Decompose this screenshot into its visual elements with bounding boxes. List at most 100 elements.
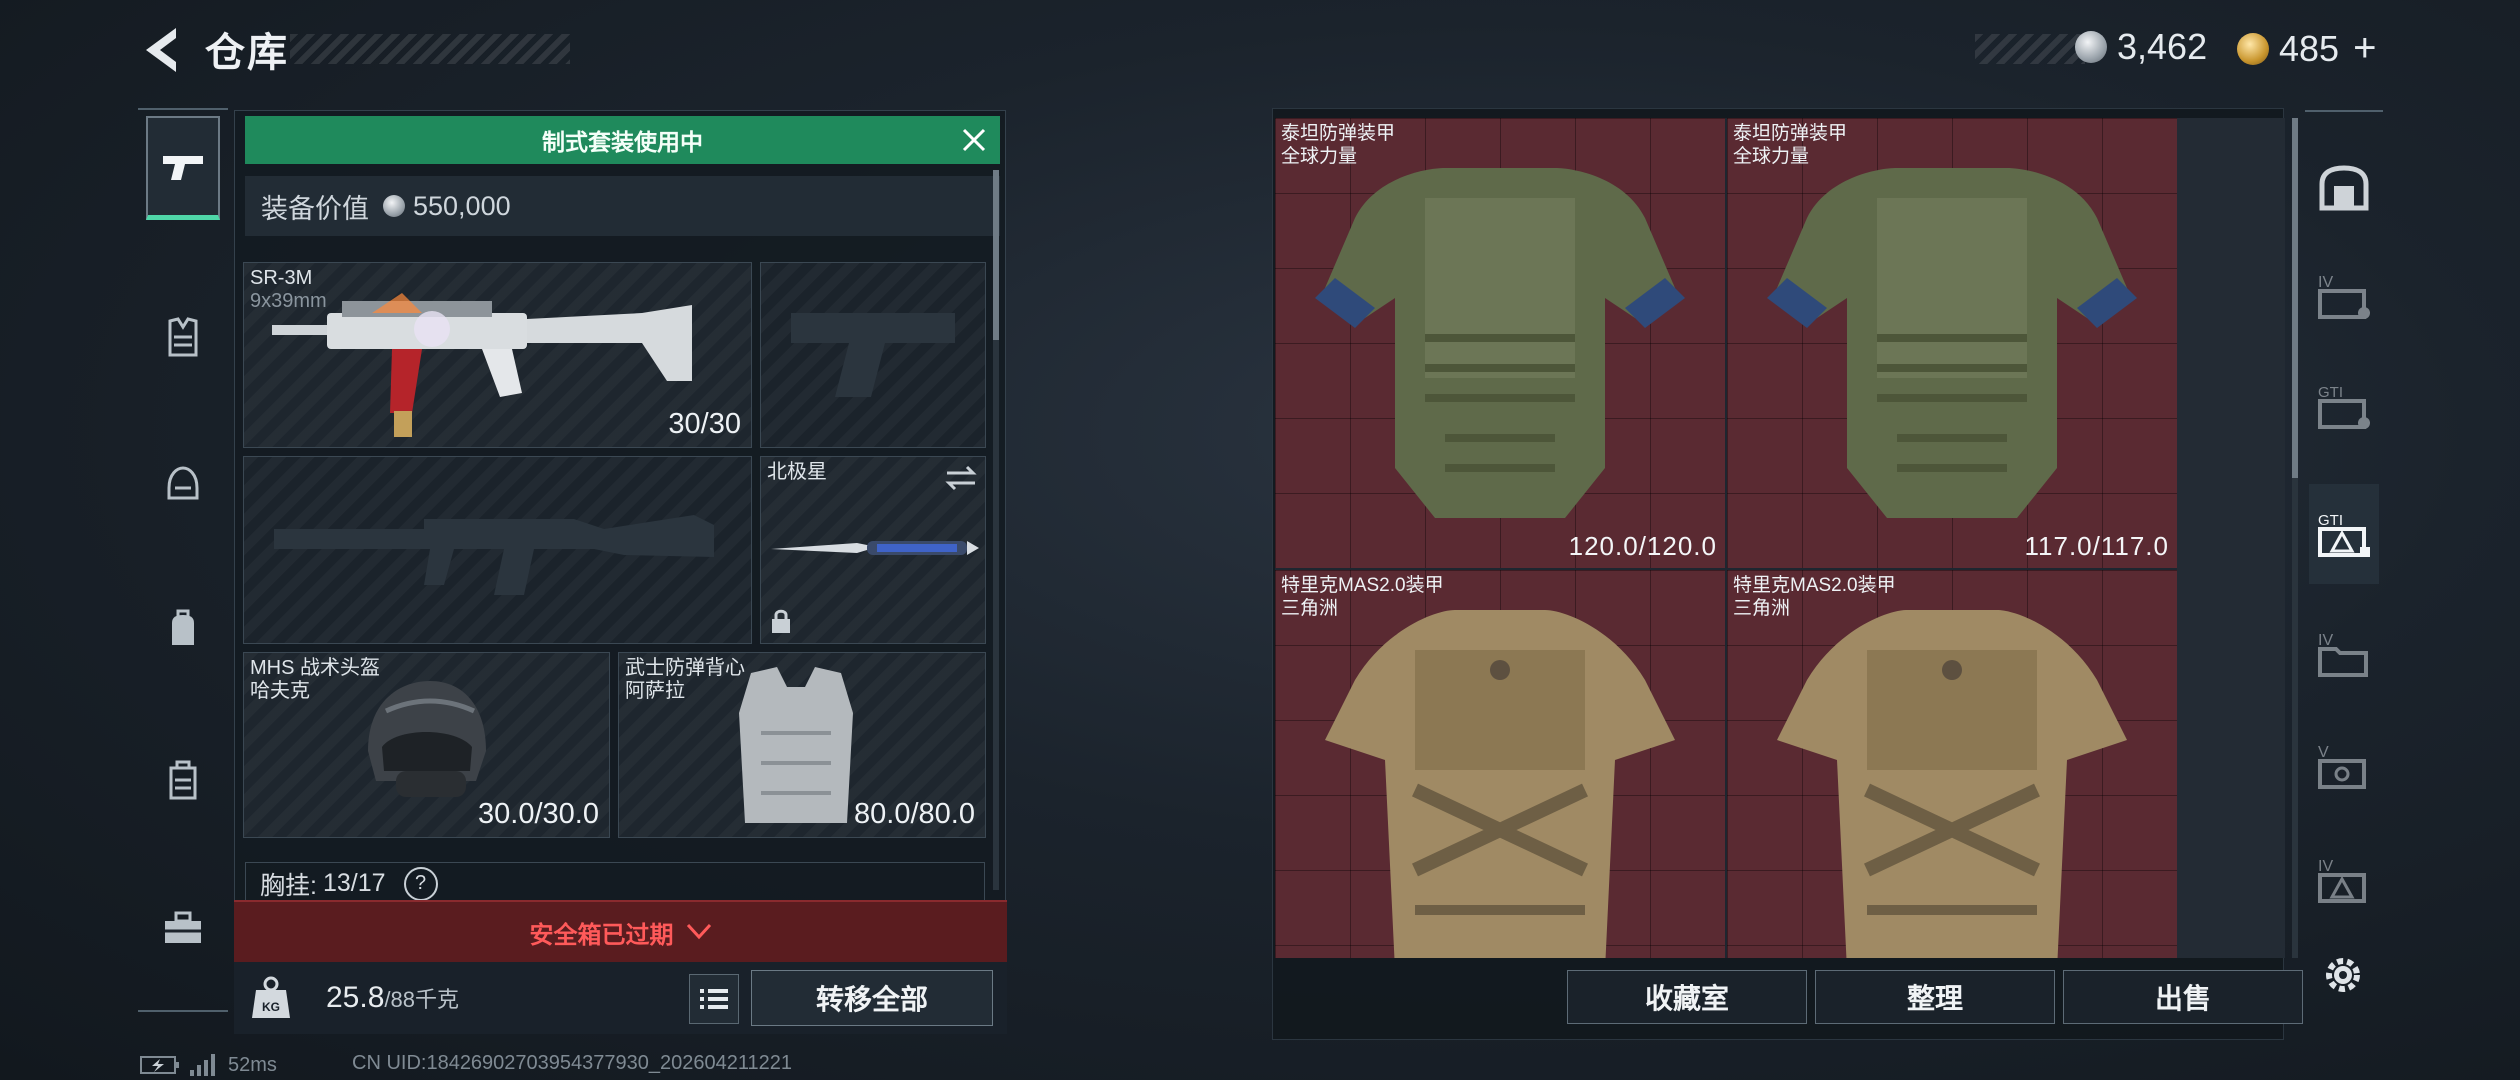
item-durability: 117.0/117.0 [2024,531,2169,561]
gold-coin-icon [2237,32,2269,65]
svg-text:IV: IV [2318,274,2333,291]
container-tier-iv-warning[interactable]: IV [2309,830,2379,930]
nav-case[interactable] [146,728,220,832]
helmet-image [368,681,486,797]
help-icon[interactable]: ? [403,866,438,901]
chest-rig-capacity: 13/17 [322,869,386,897]
equipment-value: 550,000 [413,190,511,221]
status-bar: 52ms [140,1052,277,1078]
pistol-icon [163,155,203,180]
storage-item[interactable]: 泰坦防弹装甲 全球力量 117.0/117.0 [1727,118,2177,568]
rifle-placeholder-icon [274,515,714,595]
primary-weapon-ammo: 30/30 [668,408,741,440]
signal-icon [190,1054,215,1076]
armor-name: 武士防弹背心 [625,657,745,679]
carry-weight-value: 25.8 [326,981,385,1014]
svg-text:KG: KG [262,1000,280,1014]
storage-item[interactable]: 特里克MAS2.0装甲 三角洲 [1727,570,2177,958]
rifle-image [272,293,692,437]
sell-button[interactable]: 出售 [2063,970,2303,1024]
tier-v-case-icon: V [2318,744,2366,789]
nav-toolbox[interactable] [146,876,220,980]
page-title: 仓库 [205,31,289,75]
transfer-all-button[interactable]: 转移全部 [751,970,993,1026]
storage-item[interactable]: 泰坦防弹装甲 全球力量 120.0/120.0 [1275,118,1725,568]
primary-weapon-slot[interactable]: SR-3M 9x39mm 30/30 [243,262,752,448]
pistol-placeholder-icon [791,313,955,397]
container-gti[interactable]: GTI [2309,356,2379,456]
helmet-slot[interactable]: MHS 战术头盔 哈夫克 30.0/30.0 [243,652,610,838]
loadout-banner: 制式套装使用中 [245,116,1000,164]
silver-currency: 3,462 [2075,26,2207,68]
collection-room-button[interactable]: 收藏室 [1567,970,1807,1024]
melee-slot[interactable]: 北极星 [760,456,986,644]
ping-value: 52ms [228,1053,277,1076]
storage-container-nav: IV GTI GTI IV V IV [2305,110,2383,962]
item-durability: 120.0/120.0 [1568,531,1717,561]
armor-durability: 80.0/80.0 [854,798,975,830]
tier-iv-folder-icon: IV [2318,632,2368,677]
svg-text:GTI: GTI [2318,512,2343,529]
mas-armor-image [1777,610,2127,958]
equipment-value-row: 装备价值 550,000 [245,176,1000,236]
tier-iv-warning-icon: IV [2318,858,2366,903]
svg-text:IV: IV [2318,632,2333,649]
gti-warning-case-icon: GTI [2318,512,2370,557]
arrange-button[interactable]: 整理 [1815,970,2055,1024]
warning-text: 安全箱已过期 [529,921,674,949]
case-icon [169,760,197,800]
container-gti-selected[interactable]: GTI [2309,484,2379,584]
weight-icon: KG [252,976,290,1018]
svg-text:GTI: GTI [2318,384,2343,401]
helmet-icon [167,466,199,500]
equipment-scrollbar-thumb[interactable] [993,170,999,340]
chest-rig-row[interactable]: 胸挂: 13/17 ? [245,862,985,904]
armor-rig-icon [168,317,198,357]
tier-iv-case-icon: IV [2318,274,2370,319]
user-uid: CN UID:18426902703954377930_202604211221 [352,1052,793,1074]
nav-backpack[interactable] [146,577,220,681]
container-tier-v[interactable]: V [2309,716,2379,816]
gti-case-icon: GTI [2318,384,2370,429]
gold-currency[interactable]: 485 + [2237,26,2376,71]
svg-text:IV: IV [2318,858,2333,875]
equipment-value-label: 装备价值 [261,193,369,224]
close-icon[interactable] [958,124,990,156]
add-currency-button[interactable]: + [2353,26,2376,71]
toolbox-icon [165,911,201,943]
pistol-slot[interactable] [760,262,986,448]
silver-coin-icon [2075,31,2107,63]
armor-brand: 阿萨拉 [625,680,685,702]
secondary-weapon-slot[interactable] [243,456,752,644]
gear-icon[interactable] [2320,952,2366,998]
silver-currency-value: 3,462 [2117,26,2208,67]
titan-armor-image [1315,168,1685,518]
list-view-button[interactable] [689,974,739,1024]
storage-item[interactable]: 特里克MAS2.0装甲 三角洲 [1275,570,1725,958]
container-all-icon [2319,165,2369,211]
storage-scrollbar-thumb[interactable] [2292,118,2298,478]
carry-weight: 25.8 /88千克 [326,962,459,1034]
lock-icon [772,609,790,633]
carry-weight-max: /88千克 [384,987,459,1012]
titan-armor-image [1767,168,2137,518]
backpack-icon [172,609,194,645]
container-tier-iv[interactable]: IV [2309,246,2379,346]
list-icon [700,989,728,1009]
title-decoration [290,34,570,64]
nav-chest-rig[interactable] [146,285,220,389]
container-tier-iv-folder[interactable]: IV [2309,604,2379,704]
back-arrow-icon[interactable] [138,22,188,78]
chest-rig-label: 胸挂: [260,871,317,900]
nav-helmet[interactable] [146,432,220,536]
container-all[interactable] [2309,138,2379,238]
melee-name: 北极星 [767,461,827,483]
loadout-banner-text: 制式套装使用中 [542,129,703,155]
swap-icon[interactable] [945,465,977,491]
vest-image [739,667,853,823]
armor-slot[interactable]: 武士防弹背心 阿萨拉 80.0/80.0 [618,652,986,838]
empty-grid-column[interactable] [2177,118,2285,958]
storage-grid[interactable]: 泰坦防弹装甲 全球力量 120.0/120.0 泰坦防弹装甲 全球力量 117.… [1275,118,2285,958]
nav-weapons[interactable] [146,116,220,220]
safe-box-expired-warning[interactable]: 安全箱已过期 [234,900,1007,962]
